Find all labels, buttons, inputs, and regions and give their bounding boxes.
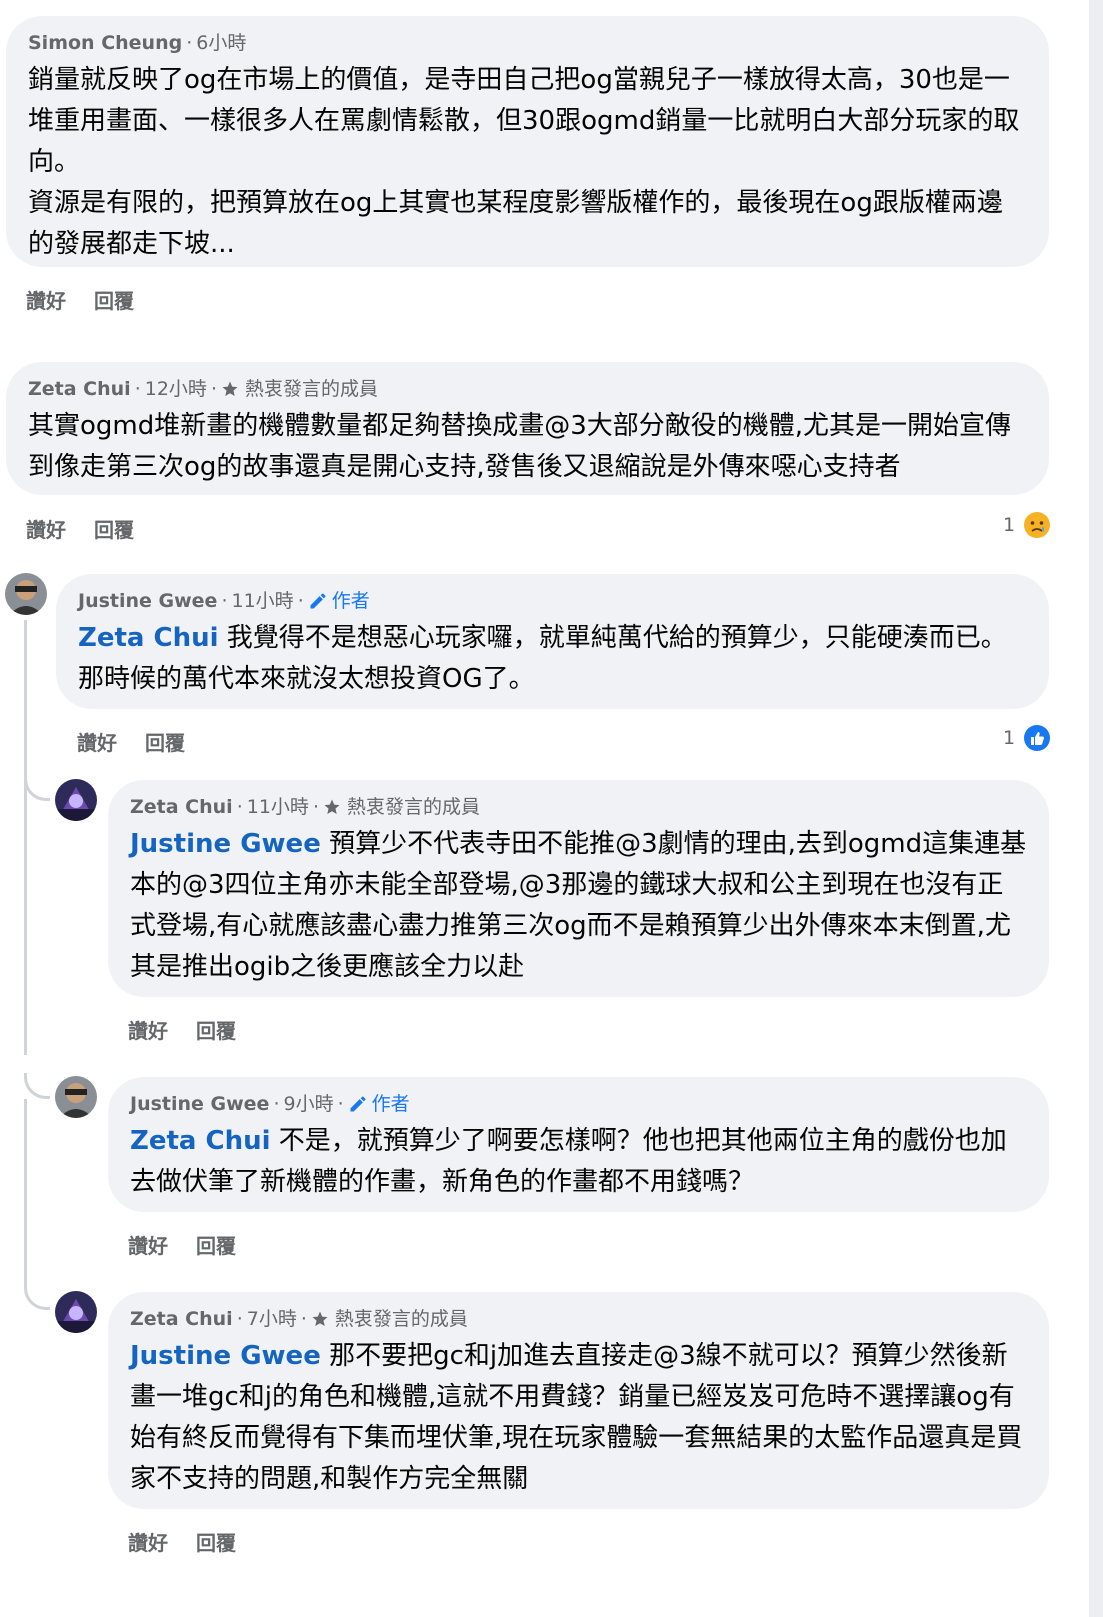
thread-connector — [24, 1073, 50, 1099]
avatar[interactable] — [55, 1291, 97, 1333]
commenter-name[interactable]: Justine Gwee — [78, 588, 217, 614]
star-icon — [312, 1311, 328, 1326]
reaction-count: 1 — [1003, 514, 1016, 536]
badge-label: 熱衷發言的成員 — [334, 1308, 468, 1330]
comment-bubble: Zeta Chui · 11小時 · 熱衷發言的成員 Justine Gwee … — [108, 780, 1049, 997]
comment-time[interactable]: 9小時 — [284, 1091, 334, 1117]
comment-meta: Zeta Chui · 12小時 · 熱衷發言的成員 — [28, 376, 1027, 402]
reply-button[interactable]: 回覆 — [196, 1230, 236, 1259]
comment-paragraph: 資源是有限的，把預算放在og上其實也某程度影響版權作的，最後現在og跟版權兩邊的… — [28, 188, 1003, 259]
mention-link[interactable]: Zeta Chui — [130, 1126, 271, 1156]
thread-line — [24, 620, 27, 1055]
avatar[interactable] — [5, 573, 47, 615]
separator: · — [312, 796, 319, 818]
reaction-summary[interactable]: 1 — [1003, 724, 1051, 752]
sad-face-icon — [1024, 512, 1051, 538]
commenter-name[interactable]: Simon Cheung — [28, 30, 182, 56]
scrollbar-track[interactable] — [1089, 0, 1103, 1617]
comment-actions: 讚好 回覆 — [77, 727, 185, 756]
separator: · — [337, 1093, 344, 1115]
pencil-icon — [310, 593, 326, 609]
reaction-summary[interactable]: 1 — [1003, 511, 1051, 539]
badge-label: 熱衷發言的成員 — [346, 796, 480, 818]
comment-text: Justine Gwee 預算少不代表寺田不能推@3劇情的理由,去到ogmd這集… — [130, 824, 1027, 988]
like-button[interactable]: 讚好 — [26, 285, 66, 314]
like-button[interactable]: 讚好 — [128, 1015, 168, 1044]
thumbs-up-icon — [1024, 725, 1051, 751]
comment-time[interactable]: 6小時 — [196, 30, 246, 56]
separator: · — [236, 796, 243, 818]
avatar[interactable] — [55, 779, 97, 821]
avatar[interactable] — [55, 1076, 97, 1118]
comment-time[interactable]: 7小時 — [247, 1306, 297, 1332]
comment-text: Justine Gwee 那不要把gc和j加進去直接走@3線不就可以？預算少然後… — [130, 1336, 1027, 1500]
like-button[interactable]: 讚好 — [26, 514, 66, 543]
star-icon — [324, 799, 340, 814]
comment-text: 銷量就反映了og在市場上的價值，是寺田自己把og當親兒子一樣放得太高，30也是一… — [28, 60, 1027, 265]
comment-bubble: Zeta Chui · 12小時 · 熱衷發言的成員 其實ogmd堆新畫的機體數… — [6, 362, 1049, 495]
separator: · — [273, 1093, 280, 1115]
mention-link[interactable]: Justine Gwee — [130, 1341, 321, 1371]
pencil-icon — [350, 1096, 366, 1112]
like-button[interactable]: 讚好 — [128, 1230, 168, 1259]
separator: · — [210, 378, 217, 400]
separator: · — [221, 590, 228, 612]
reaction-count: 1 — [1003, 727, 1016, 749]
reply-button[interactable]: 回覆 — [94, 285, 134, 314]
member-badge: 熱衷發言的成員 — [311, 1306, 468, 1332]
commenter-name[interactable]: Zeta Chui — [130, 794, 233, 820]
author-badge: 作者 — [348, 1091, 410, 1117]
comment-meta: Zeta Chui · 11小時 · 熱衷發言的成員 — [130, 794, 1027, 820]
star-icon — [222, 381, 238, 396]
thread-connector — [24, 775, 50, 801]
comment-time[interactable]: 11小時 — [247, 794, 309, 820]
author-badge: 作者 — [308, 588, 370, 614]
author-label: 作者 — [331, 590, 370, 612]
reply-button[interactable]: 回覆 — [196, 1527, 236, 1556]
separator: · — [300, 1308, 307, 1330]
commenter-name[interactable]: Zeta Chui — [130, 1306, 233, 1332]
member-badge: 熱衷發言的成員 — [221, 376, 378, 402]
mention-link[interactable]: Zeta Chui — [78, 623, 219, 653]
separator: · — [236, 1308, 243, 1330]
thread-connector — [24, 1284, 50, 1310]
author-label: 作者 — [371, 1093, 410, 1115]
comment-actions: 讚好 回覆 — [26, 514, 134, 543]
reply-button[interactable]: 回覆 — [94, 514, 134, 543]
comment-bubble: Simon Cheung · 6小時 銷量就反映了og在市場上的價值，是寺田自己… — [6, 16, 1049, 267]
commenter-name[interactable]: Zeta Chui — [28, 376, 131, 402]
like-button[interactable]: 讚好 — [128, 1527, 168, 1556]
comment-actions: 讚好 回覆 — [26, 285, 134, 314]
comment-actions: 讚好 回覆 — [128, 1015, 236, 1044]
separator: · — [186, 32, 193, 54]
comment-meta: Justine Gwee · 9小時 · 作者 — [130, 1091, 1027, 1117]
comment-actions: 讚好 回覆 — [128, 1527, 236, 1556]
separator: · — [134, 378, 141, 400]
like-button[interactable]: 讚好 — [77, 727, 117, 756]
comment-text: Zeta Chui 不是，就預算少了啊要怎樣啊？他也把其他兩位主角的戲份也加去做… — [130, 1121, 1027, 1203]
reply-button[interactable]: 回覆 — [196, 1015, 236, 1044]
separator: · — [297, 590, 304, 612]
comment-time[interactable]: 12小時 — [145, 376, 207, 402]
comment-bubble: Justine Gwee · 11小時 · 作者 Zeta Chui 我覺得不是… — [56, 574, 1049, 709]
comment-text: 其實ogmd堆新畫的機體數量都足夠替換成畫@3大部分敵役的機體,尤其是一開始宣傳… — [28, 411, 1012, 482]
comment-paragraph: 銷量就反映了og在市場上的價值，是寺田自己把og當親兒子一樣放得太高，30也是一… — [28, 65, 1020, 177]
comment-meta: Simon Cheung · 6小時 — [28, 30, 1027, 56]
comment-time[interactable]: 11小時 — [232, 588, 294, 614]
member-badge: 熱衷發言的成員 — [323, 794, 480, 820]
thread-line — [24, 1099, 27, 1284]
comment-bubble: Justine Gwee · 9小時 · 作者 Zeta Chui 不是，就預算… — [108, 1077, 1049, 1212]
comment-bubble: Zeta Chui · 7小時 · 熱衷發言的成員 Justine Gwee 那… — [108, 1292, 1049, 1509]
commenter-name[interactable]: Justine Gwee — [130, 1091, 269, 1117]
comment-actions: 讚好 回覆 — [128, 1230, 236, 1259]
reply-button[interactable]: 回覆 — [145, 727, 185, 756]
badge-label: 熱衷發言的成員 — [244, 378, 378, 400]
comment-text: Zeta Chui 我覺得不是想惡心玩家囉，就單純萬代給的預算少，只能硬湊而已。… — [78, 618, 1027, 700]
comment-meta: Zeta Chui · 7小時 · 熱衷發言的成員 — [130, 1306, 1027, 1332]
comment-meta: Justine Gwee · 11小時 · 作者 — [78, 588, 1027, 614]
mention-link[interactable]: Justine Gwee — [130, 829, 321, 859]
